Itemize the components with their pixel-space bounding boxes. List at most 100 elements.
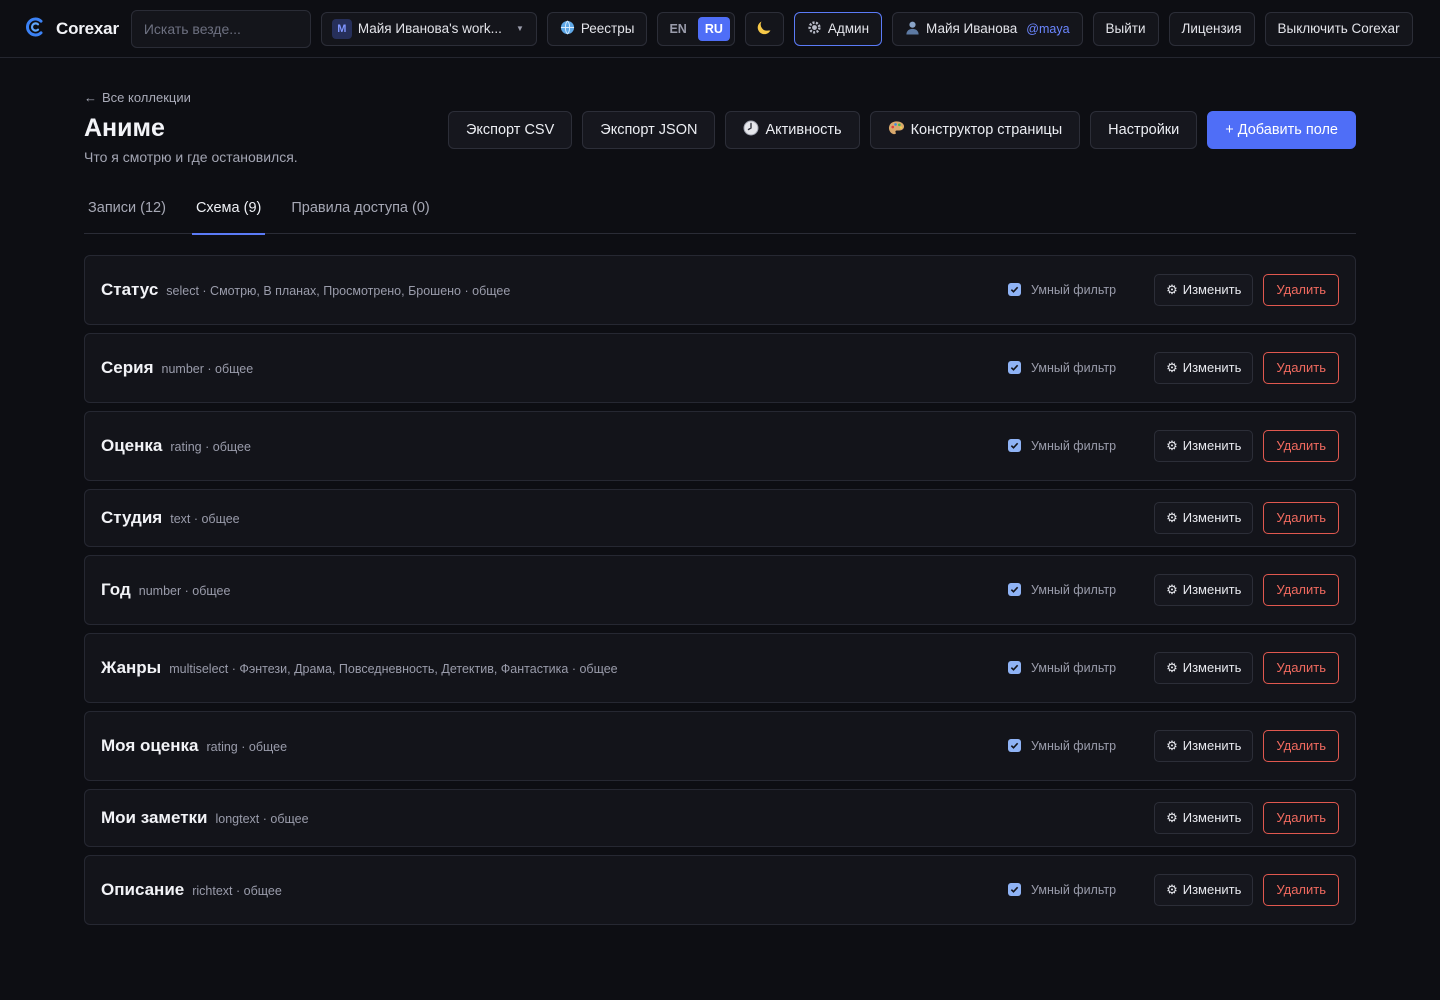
delete-field-button[interactable]: Удалить [1263,273,1339,306]
schema-field-row: Мои заметки longtext · общее ⚙ Изменить … [84,788,1356,847]
clock-icon [743,120,759,140]
main-content: ← Все коллекции Аниме Что я смотрю и где… [0,58,1440,925]
smart-filter-label: Умный фильтр [1030,582,1117,597]
smart-filter-toggle[interactable]: Умный фильтр [1007,282,1117,297]
checkbox-checked-icon[interactable] [1007,283,1021,297]
delete-field-button[interactable]: Удалить [1263,351,1339,384]
page-builder-button[interactable]: Конструктор страницы [869,111,1081,149]
search-input[interactable] [130,9,311,48]
page-title: Аниме [84,114,165,142]
brand[interactable]: Corexar [24,16,119,41]
admin-button[interactable]: Админ [793,11,883,46]
edit-label: Изменить [1182,510,1242,526]
schema-field-row: Описание richtext · общее Умный фильтр ⚙… [84,854,1356,925]
checkbox-checked-icon[interactable] [1007,883,1021,897]
activity-label: Активность [765,122,842,138]
lang-ru-option[interactable]: RU [697,16,730,41]
tab-access-rules[interactable]: Правила доступа (0) [287,191,433,234]
edit-field-button[interactable]: ⚙ Изменить [1154,729,1254,762]
registries-label: Реестры [580,21,635,36]
schema-field-row: Статус select · Смотрю, В планах, Просмо… [84,254,1356,325]
user-menu[interactable]: Майя Иванова @maya [892,11,1083,46]
smart-filter-toggle[interactable]: Умный фильтр [1007,882,1117,897]
gear-icon: ⚙ [1166,659,1178,675]
gear-icon: ⚙ [1166,881,1178,897]
theme-toggle-button[interactable] [744,11,784,46]
smart-filter-label: Умный фильтр [1030,438,1117,453]
edit-field-button[interactable]: ⚙ Изменить [1154,873,1254,906]
schema-field-row: Серия number · общее Умный фильтр ⚙ Изме… [84,332,1356,403]
field-name: Студия [101,507,163,527]
edit-label: Изменить [1182,282,1242,298]
smart-filter-toggle[interactable]: Умный фильтр [1007,661,1116,675]
settings-button[interactable]: Настройки [1090,111,1198,149]
smart-filter-label: Умный фильтр [1030,282,1117,297]
page-subtitle: Что я смотрю и где остановился. [84,148,298,165]
edit-field-button[interactable]: ⚙ Изменить [1154,273,1254,306]
field-meta: number · общее [161,362,254,377]
smart-filter-toggle[interactable]: Умный фильтр [1007,582,1117,597]
field-meta: longtext · общее [215,812,309,827]
edit-field-button[interactable]: ⚙ Изменить [1154,573,1254,606]
edit-label: Изменить [1182,810,1242,826]
registries-button[interactable]: Реестры [546,11,648,46]
delete-field-button[interactable]: Удалить [1263,801,1339,834]
edit-field-button[interactable]: ⚙ Изменить [1154,429,1254,462]
edit-field-button[interactable]: ⚙ Изменить [1154,801,1254,834]
smart-filter-label: Умный фильтр [1030,360,1117,375]
gear-icon: ⚙ [1166,809,1178,825]
workspace-switcher[interactable]: M Майя Иванова's work... ▼ [320,11,537,46]
page-header: Аниме Что я смотрю и где остановился. Эк… [84,111,1356,165]
export-json-button[interactable]: Экспорт JSON [582,111,716,149]
edit-label: Изменить [1182,882,1242,898]
back-link[interactable]: ← Все коллекции [84,90,191,105]
checkbox-checked-icon[interactable] [1007,661,1021,675]
delete-field-button[interactable]: Удалить [1263,573,1339,606]
checkbox-checked-icon[interactable] [1007,361,1021,375]
tabs: Записи (12) Схема (9) Правила доступа (0… [84,191,1356,235]
user-handle: @maya [1026,21,1070,36]
activity-button[interactable]: Активность [725,111,860,149]
tab-records[interactable]: Записи (12) [84,191,170,234]
edit-field-button[interactable]: ⚙ Изменить [1154,651,1254,684]
add-field-button[interactable]: + Добавить поле [1207,111,1356,149]
edit-field-button[interactable]: ⚙ Изменить [1154,501,1254,534]
logout-button[interactable]: Выйти [1092,11,1159,46]
smart-filter-toggle[interactable]: Умный фильтр [1007,360,1117,375]
page-builder-label: Конструктор страницы [910,122,1063,138]
smart-filter-label: Умный фильтр [1030,738,1117,753]
lang-en-option[interactable]: EN [662,17,693,41]
brand-name: Corexar [56,18,119,38]
checkbox-checked-icon[interactable] [1007,439,1021,453]
delete-field-button[interactable]: Удалить [1263,651,1339,684]
field-meta: text · общее [170,512,240,527]
delete-field-button[interactable]: Удалить [1263,729,1339,762]
smart-filter-toggle[interactable]: Умный фильтр [1007,438,1117,453]
field-meta: number · общее [138,584,231,599]
field-name: Год [101,579,131,599]
delete-field-button[interactable]: Удалить [1263,873,1339,906]
tab-schema[interactable]: Схема (9) [191,191,266,235]
gear-icon: ⚙ [1166,359,1178,375]
edit-field-button[interactable]: ⚙ Изменить [1154,351,1254,384]
license-button[interactable]: Лицензия [1168,11,1255,46]
checkbox-checked-icon[interactable] [1007,583,1021,597]
top-bar: Corexar M Майя Иванова's work... ▼ Реест… [0,0,1440,58]
smart-filter-label: Умный фильтр [1030,882,1117,897]
smart-filter-toggle[interactable]: Умный фильтр [1007,738,1117,753]
export-csv-button[interactable]: Экспорт CSV [447,111,573,149]
checkbox-checked-icon[interactable] [1007,739,1021,753]
field-name: Жанры [101,657,162,677]
schema-field-row: Год number · общее Умный фильтр ⚙ Измени… [84,554,1356,625]
workspace-badge: M [331,18,352,39]
edit-label: Изменить [1182,438,1242,454]
edit-label: Изменить [1182,360,1242,376]
disable-corexar-button[interactable]: Выключить Corexar [1264,11,1413,46]
field-name: Мои заметки [101,807,208,827]
field-name: Статус [101,279,159,299]
delete-field-button[interactable]: Удалить [1263,429,1339,462]
schema-field-row: Оценка rating · общее Умный фильтр ⚙ Изм… [84,410,1356,481]
delete-field-button[interactable]: Удалить [1263,501,1339,534]
field-meta: rating · общее [206,740,288,755]
gear-icon: ⚙ [1166,509,1178,525]
